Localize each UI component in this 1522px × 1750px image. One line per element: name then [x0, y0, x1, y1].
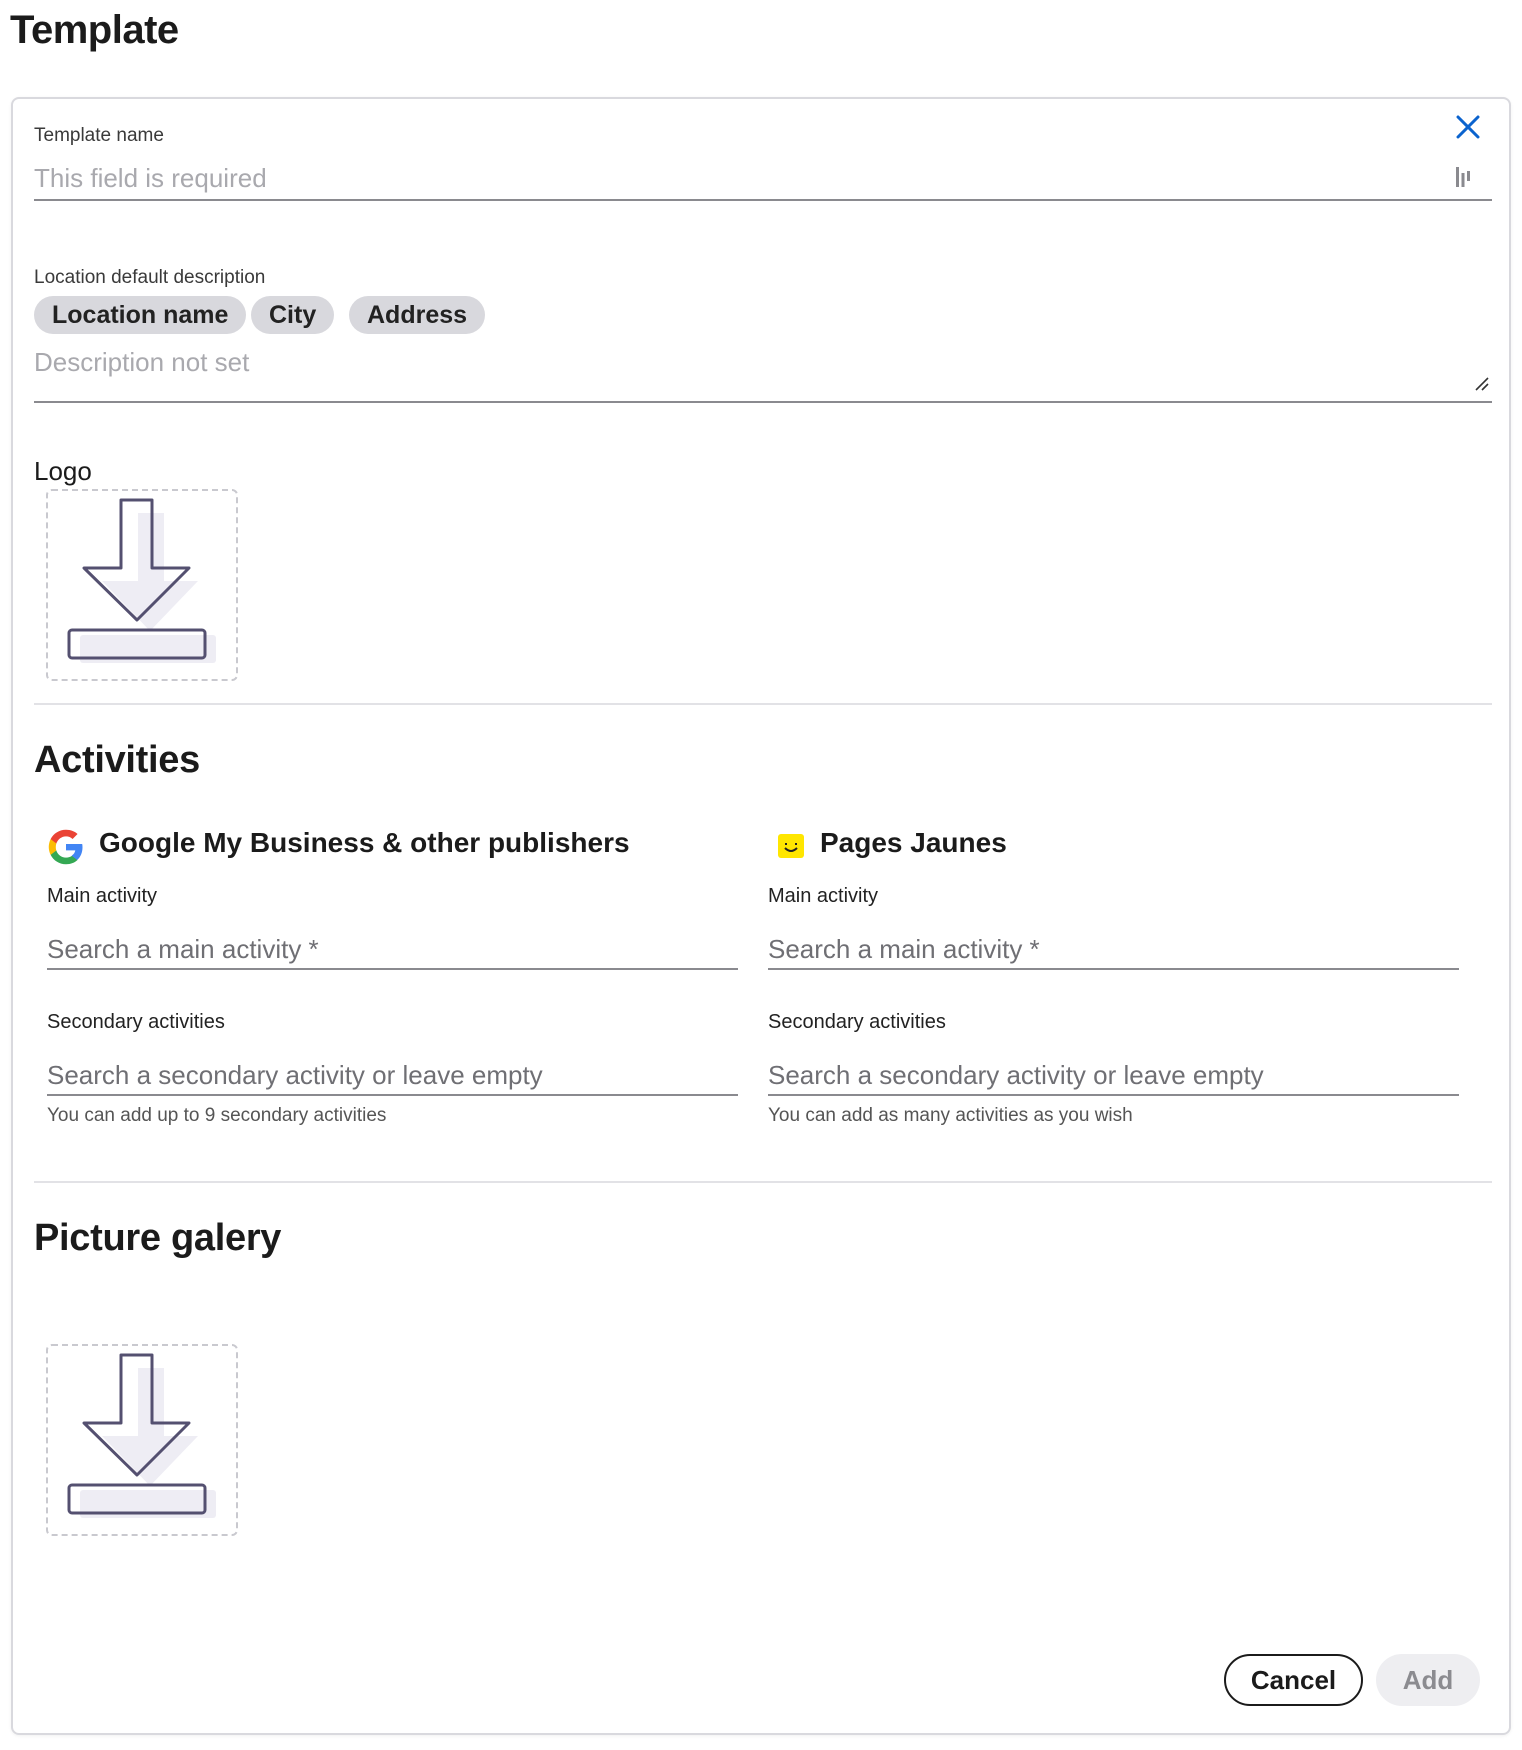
pj-secondary-underline	[768, 1094, 1459, 1096]
logo-label: Logo	[34, 456, 92, 486]
logo-upload-dropzone[interactable]	[46, 489, 238, 681]
google-publisher-title: Google My Business & other publishers	[99, 827, 630, 858]
page-title: Template	[10, 8, 179, 52]
template-form-card: Template name This field is required Loc…	[11, 97, 1511, 1735]
description-underline	[34, 401, 1492, 403]
pj-secondary-helper: You can add as many activities as you wi…	[768, 1105, 1133, 1126]
download-icon	[67, 498, 216, 663]
description-label: Location default description	[34, 267, 266, 288]
close-button[interactable]	[1450, 109, 1486, 145]
add-button[interactable]: Add	[1376, 1654, 1480, 1706]
gallery-title: Picture galery	[34, 1217, 282, 1259]
description-textarea[interactable]: Description not set	[34, 347, 1474, 378]
pj-main-activity-underline	[768, 968, 1459, 970]
download-icon	[67, 1353, 216, 1518]
template-name-underline	[34, 199, 1492, 201]
chip-city[interactable]: City	[251, 296, 335, 334]
google-secondary-label: Secondary activities	[47, 1011, 225, 1033]
chip-address[interactable]: Address	[349, 296, 486, 334]
section-divider	[34, 1181, 1492, 1183]
gallery-upload-dropzone[interactable]	[46, 1344, 238, 1536]
pages-jaunes-title: Pages Jaunes	[820, 827, 1007, 858]
variable-insert-icon[interactable]	[1454, 165, 1472, 194]
pj-secondary-input[interactable]: Search a secondary activity or leave emp…	[768, 1060, 1458, 1091]
pj-secondary-label: Secondary activities	[768, 1011, 946, 1033]
chip-location-name[interactable]: Location name	[34, 296, 247, 334]
google-main-activity-underline	[47, 968, 738, 970]
google-secondary-input[interactable]: Search a secondary activity or leave emp…	[47, 1060, 737, 1091]
template-name-input[interactable]: This field is required	[34, 163, 1454, 194]
pj-main-activity-label: Main activity	[768, 885, 879, 907]
activities-title: Activities	[34, 739, 200, 781]
section-divider	[34, 703, 1492, 705]
pages-jaunes-icon	[777, 833, 805, 864]
resize-handle-icon[interactable]	[1474, 376, 1490, 397]
template-name-label: Template name	[34, 125, 164, 146]
google-icon	[48, 829, 84, 870]
google-secondary-helper: You can add up to 9 secondary activities	[47, 1105, 387, 1126]
google-secondary-underline	[47, 1094, 738, 1096]
google-main-activity-label: Main activity	[47, 885, 158, 907]
pj-main-activity-input[interactable]: Search a main activity *	[768, 934, 1458, 965]
cancel-button[interactable]: Cancel	[1224, 1654, 1363, 1706]
google-main-activity-input[interactable]: Search a main activity *	[47, 934, 737, 965]
close-icon	[1456, 115, 1480, 139]
